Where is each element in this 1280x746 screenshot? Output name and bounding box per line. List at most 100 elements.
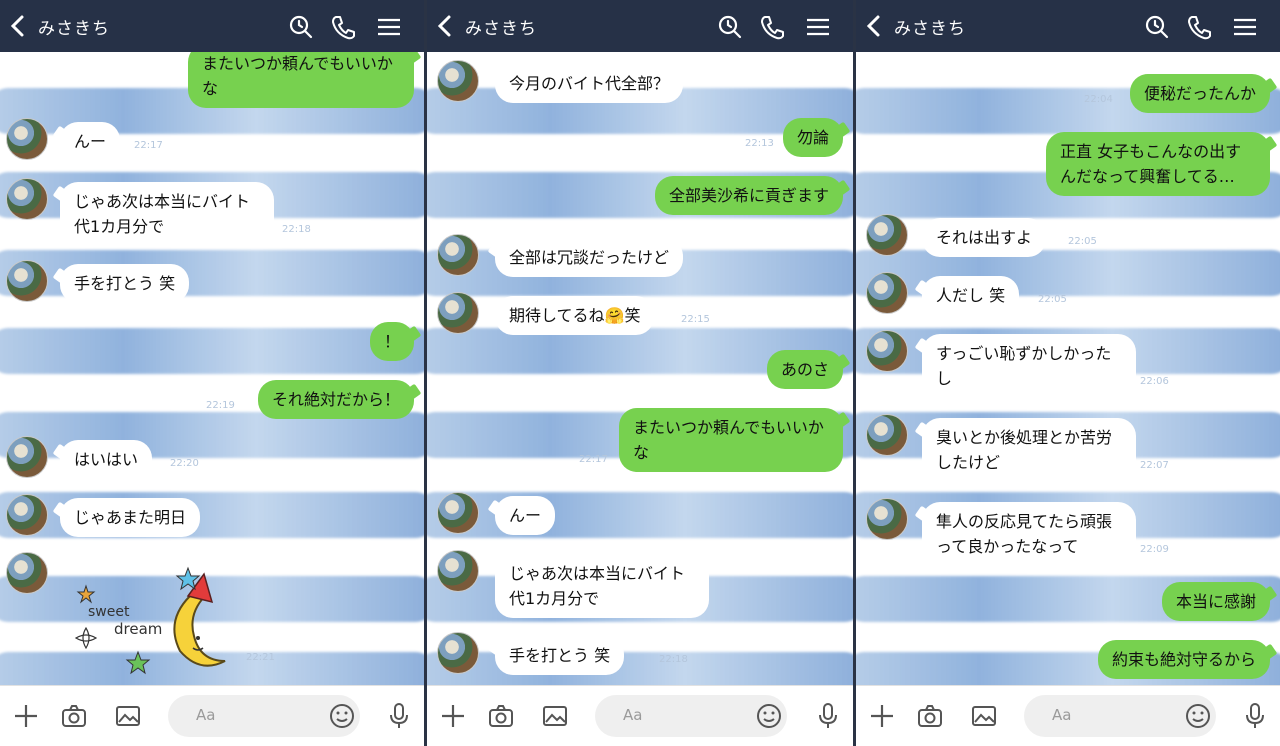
message-bubble[interactable]: はいはい xyxy=(60,440,153,479)
message-bubble[interactable]: 今月のバイト代全部？ xyxy=(495,64,684,103)
chat-header: みさきち xyxy=(0,0,424,52)
avatar[interactable] xyxy=(6,178,48,220)
phone-icon[interactable] xyxy=(1186,14,1212,40)
input-bar: Aa xyxy=(427,685,853,746)
input-bar: Aa xyxy=(856,685,1280,746)
emoji-icon[interactable] xyxy=(755,702,783,730)
avatar[interactable] xyxy=(6,260,48,302)
message-bubble[interactable]: またいつか頼んでもいいかな xyxy=(619,408,843,472)
message-input[interactable]: Aa xyxy=(168,695,360,737)
svg-text:dream: dream xyxy=(114,620,162,638)
input-placeholder: Aa xyxy=(623,706,643,724)
message-bubble[interactable]: 全部は冗談だったけど xyxy=(495,238,684,277)
avatar[interactable] xyxy=(437,632,479,674)
emoji-icon[interactable] xyxy=(1184,702,1212,730)
camera-icon[interactable] xyxy=(487,702,515,730)
message-list[interactable]: 今月のバイト代全部？ 勿論 22:13 全部美沙希に貢ぎます 全部は冗談だったけ… xyxy=(427,52,853,686)
image-icon[interactable] xyxy=(541,702,569,730)
avatar[interactable] xyxy=(437,60,479,102)
message-bubble[interactable]: すっごい恥ずかしかったし xyxy=(922,334,1136,398)
message-bubble[interactable]: んー xyxy=(60,122,121,161)
message-bubble[interactable]: じゃあまた明日 xyxy=(60,498,201,537)
message-bubble[interactable]: 正直 女子もこんなの出すんだなって興奮してる… xyxy=(1046,132,1270,196)
message-time: 22:09 xyxy=(1140,544,1169,555)
sweet-dream-sticker[interactable]: sweet dream xyxy=(70,566,230,681)
search-icon[interactable] xyxy=(288,14,314,40)
message-input[interactable]: Aa xyxy=(1024,695,1216,737)
message-time: 22:19 xyxy=(206,400,235,411)
avatar[interactable] xyxy=(6,494,48,536)
message-bubble[interactable]: 便秘だったんか xyxy=(1129,74,1270,113)
avatar[interactable] xyxy=(6,552,48,594)
avatar[interactable] xyxy=(437,292,479,334)
menu-icon[interactable] xyxy=(376,14,402,40)
avatar[interactable] xyxy=(866,498,908,540)
message-bubble[interactable]: 隼人の反応見てたら頑張って良かったなって xyxy=(922,502,1136,566)
message-bubble[interactable]: じゃあ次は本当にバイト代1カ月分で xyxy=(495,554,709,618)
message-bubble[interactable]: 本当に感謝 xyxy=(1161,582,1270,621)
message-bubble[interactable]: それは出すよ xyxy=(922,218,1047,257)
camera-icon[interactable] xyxy=(916,702,944,730)
avatar[interactable] xyxy=(866,414,908,456)
avatar[interactable] xyxy=(6,118,48,160)
search-icon[interactable] xyxy=(717,14,743,40)
menu-icon[interactable] xyxy=(1232,14,1258,40)
back-icon[interactable] xyxy=(8,14,28,38)
chat-panel-1: みさきち またいつか頼んでもいいかな んー 22:17 じゃあ次は本当にバイト代… xyxy=(0,0,424,746)
message-bubble[interactable]: 約束も絶対守るから xyxy=(1097,640,1270,679)
message-bubble[interactable]: 期待してるね🤗笑 xyxy=(495,296,655,335)
message-bubble[interactable]: 臭いとか後処理とか苦労したけど xyxy=(922,418,1136,482)
message-bubble[interactable]: 勿論 xyxy=(782,118,843,157)
avatar[interactable] xyxy=(866,214,908,256)
message-bubble[interactable]: ！ xyxy=(369,322,414,361)
camera-icon[interactable] xyxy=(60,702,88,730)
avatar[interactable] xyxy=(866,330,908,372)
message-time: 22:17 xyxy=(134,140,163,151)
chat-title: みさきち xyxy=(894,19,966,39)
chat-header: みさきち xyxy=(427,0,853,52)
back-icon[interactable] xyxy=(435,14,455,38)
message-time: 22:17 xyxy=(579,454,608,465)
message-bubble[interactable]: 人だし 笑 xyxy=(922,276,1020,315)
message-bubble[interactable]: んー xyxy=(495,496,556,535)
message-time: 22:05 xyxy=(1068,236,1097,247)
message-list[interactable]: 便秘だったんか 22:04 正直 女子もこんなの出すんだなって興奮してる… それ… xyxy=(856,52,1280,686)
image-icon[interactable] xyxy=(970,702,998,730)
message-bubble[interactable]: じゃあ次は本当にバイト代1カ月分で xyxy=(60,182,274,246)
message-bubble[interactable]: 手を打とう 笑 xyxy=(495,636,625,675)
image-icon[interactable] xyxy=(114,702,142,730)
phone-icon[interactable] xyxy=(759,14,785,40)
plus-icon[interactable] xyxy=(439,702,467,730)
message-bubble[interactable]: それ絶対だから！ xyxy=(257,380,414,419)
mic-icon[interactable] xyxy=(1244,702,1266,730)
plus-icon[interactable] xyxy=(12,702,40,730)
message-bubble[interactable]: 全部美沙希に貢ぎます xyxy=(654,176,843,215)
screenshot-collage: みさきち またいつか頼んでもいいかな んー 22:17 じゃあ次は本当にバイト代… xyxy=(0,0,1280,746)
back-icon[interactable] xyxy=(864,14,884,38)
svg-text:sweet: sweet xyxy=(88,604,130,620)
menu-icon[interactable] xyxy=(805,14,831,40)
message-input[interactable]: Aa xyxy=(595,695,787,737)
message-time: 22:18 xyxy=(659,654,688,665)
message-time: 22:20 xyxy=(170,458,199,469)
phone-icon[interactable] xyxy=(330,14,356,40)
message-time: 22:13 xyxy=(745,138,774,149)
avatar[interactable] xyxy=(437,550,479,592)
avatar[interactable] xyxy=(437,492,479,534)
emoji-icon[interactable] xyxy=(328,702,356,730)
mic-icon[interactable] xyxy=(388,702,410,730)
message-time: 22:06 xyxy=(1140,376,1169,387)
message-bubble[interactable]: 手を打とう 笑 xyxy=(60,264,190,303)
message-time: 22:05 xyxy=(1038,294,1067,305)
avatar[interactable] xyxy=(437,234,479,276)
input-placeholder: Aa xyxy=(196,706,216,724)
message-bubble[interactable]: あのさ xyxy=(766,350,843,389)
message-bubble[interactable]: またいつか頼んでもいいかな xyxy=(188,52,414,108)
search-icon[interactable] xyxy=(1144,14,1170,40)
message-time: 22:07 xyxy=(1140,460,1169,471)
mic-icon[interactable] xyxy=(817,702,839,730)
plus-icon[interactable] xyxy=(868,702,896,730)
avatar[interactable] xyxy=(6,436,48,478)
avatar[interactable] xyxy=(866,272,908,314)
message-list[interactable]: またいつか頼んでもいいかな んー 22:17 じゃあ次は本当にバイト代1カ月分で… xyxy=(0,52,424,686)
